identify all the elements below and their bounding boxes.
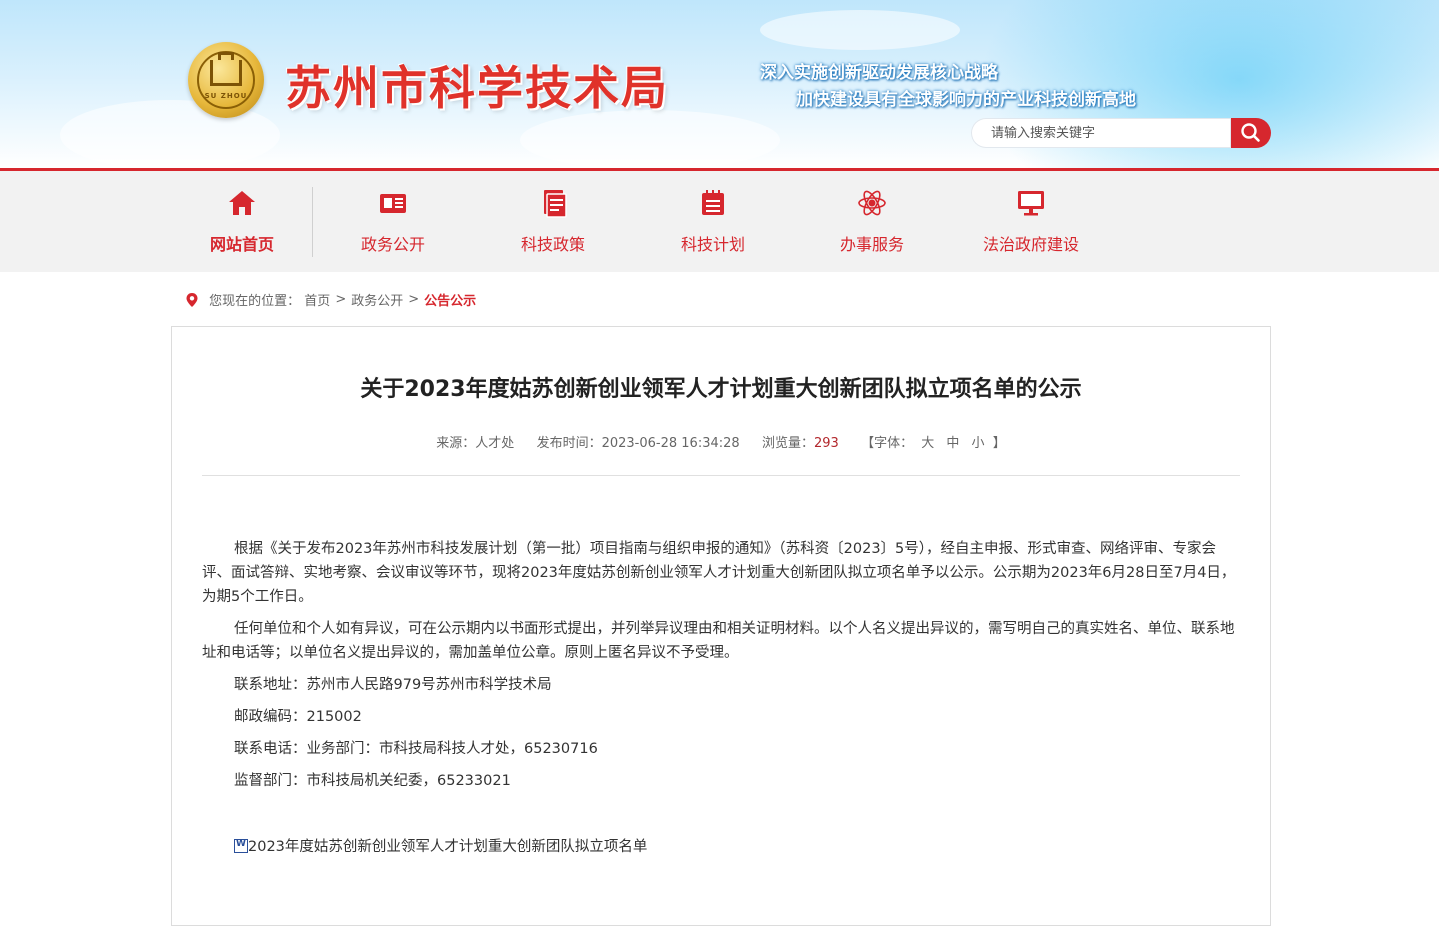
attachment-label: 2023年度姑苏创新创业领军人才计划重大创新团队拟立项名单: [248, 839, 648, 855]
word-document-icon: [234, 839, 248, 853]
supervision-department: 监督部门：市科技局机关纪委，65233021: [234, 773, 511, 789]
suzhou-emblem-logo[interactable]: SU ZHOU: [188, 42, 264, 118]
contact-address: 联系地址：苏州市人民路979号苏州市科学技术局: [234, 677, 552, 693]
breadcrumb-link-government-affairs[interactable]: 政务公开: [351, 294, 403, 309]
id-card-icon: [380, 194, 406, 213]
nav-label: 科技计划: [680, 235, 745, 254]
nav-divider: [312, 187, 313, 257]
article-paragraph: 根据《关于发布2023年苏州市科技发展计划（第一批）项目指南与组织申报的通知》（…: [202, 541, 1236, 605]
article-panel: 关于2023年度姑苏创新创业领军人才计划重大创新团队拟立项名单的公示 来源：人才…: [171, 326, 1271, 926]
nav-label: 网站首页: [209, 235, 274, 254]
font-size-close: 】: [992, 436, 1006, 451]
breadcrumb-current[interactable]: 公告公示: [424, 294, 476, 309]
slogan-line-2: 加快建设具有全球影响力的产业科技创新高地: [796, 90, 1136, 110]
article-title: 关于2023年度姑苏创新创业领军人才计划重大创新团队拟立项名单的公示: [360, 377, 1082, 402]
slogan-line-1: 深入实施创新驱动发展核心战略: [760, 63, 998, 83]
nav-label: 科技政策: [520, 235, 585, 254]
meta-views-label: 浏览量：: [761, 436, 814, 451]
breadcrumb-separator: >: [335, 292, 347, 307]
breadcrumb-link-home[interactable]: 首页: [304, 294, 330, 309]
nav-label: 办事服务: [839, 235, 904, 254]
decor-cloud: [520, 110, 780, 168]
atom-icon: [858, 190, 886, 216]
meta-source-label: 来源：: [436, 436, 476, 451]
nav-item-services[interactable]: 办事服务: [797, 171, 947, 272]
nav-item-government-affairs[interactable]: 政务公开: [318, 171, 468, 272]
meta-published: 2023-06-28 16:34:28: [601, 436, 740, 451]
font-size-label: 【字体：: [861, 436, 914, 451]
nav-label: 法治政府建设: [982, 235, 1079, 254]
site-header: SU ZHOU 苏州市科学技术局 深入实施创新驱动发展核心战略 加快建设具有全球…: [0, 0, 1439, 168]
font-size-medium-button[interactable]: 中: [946, 436, 959, 451]
breadcrumb-separator: >: [408, 292, 420, 307]
font-size-large-button[interactable]: 大: [921, 436, 934, 451]
article-body: 根据《关于发布2023年苏州市科技发展计划（第一批）项目指南与组织申报的通知》（…: [202, 537, 1242, 801]
meta-divider: [202, 475, 1240, 476]
nav-label: 政务公开: [360, 235, 425, 254]
emblem-tower-icon: [210, 52, 242, 86]
meta-source: 人才处: [475, 436, 515, 451]
contact-phone: 联系电话：业务部门：市科技局科技人才处，65230716: [234, 741, 598, 757]
meta-published-label: 发布时间：: [536, 436, 602, 451]
search-icon: [1241, 123, 1260, 142]
postal-code: 邮政编码：215002: [234, 709, 362, 725]
breadcrumb: 您现在的位置： 首页 > 政务公开 > 公告公示: [185, 290, 476, 309]
article-paragraph: 任何单位和个人如有异议，可在公示期内以书面形式提出，并列举异议理由和相关证明材料…: [202, 621, 1235, 661]
nav-item-home[interactable]: 网站首页: [167, 171, 317, 272]
document-icon: [544, 190, 567, 218]
attachment-link[interactable]: 2023年度姑苏创新创业领军人才计划重大创新团队拟立项名单: [234, 835, 647, 856]
nav-item-tech-plan[interactable]: 科技计划: [638, 171, 788, 272]
search-button[interactable]: [1231, 118, 1271, 148]
home-icon: [229, 191, 255, 215]
search-input[interactable]: [971, 118, 1231, 148]
emblem-text: SU ZHOU: [204, 92, 248, 100]
breadcrumb-prefix: 您现在的位置：: [209, 294, 301, 309]
location-pin-icon: [186, 292, 198, 307]
article-meta: 来源：人才处 发布时间：2023-06-28 16:34:28 浏览量：293 …: [172, 432, 1270, 451]
search-box: [971, 118, 1271, 148]
site-title[interactable]: 苏州市科学技术局: [285, 52, 669, 118]
monitor-icon: [1018, 191, 1044, 216]
font-size-small-button[interactable]: 小: [972, 436, 985, 451]
main-nav: 网站首页 政务公开 科技政策 科技计划 办事服务 法治政府建设: [0, 168, 1439, 272]
nav-item-rule-of-law[interactable]: 法治政府建设: [956, 171, 1106, 272]
calendar-list-icon: [702, 190, 724, 215]
meta-views-count: 293: [813, 436, 839, 451]
decor-cloud: [760, 10, 960, 50]
nav-item-tech-policy[interactable]: 科技政策: [478, 171, 628, 272]
